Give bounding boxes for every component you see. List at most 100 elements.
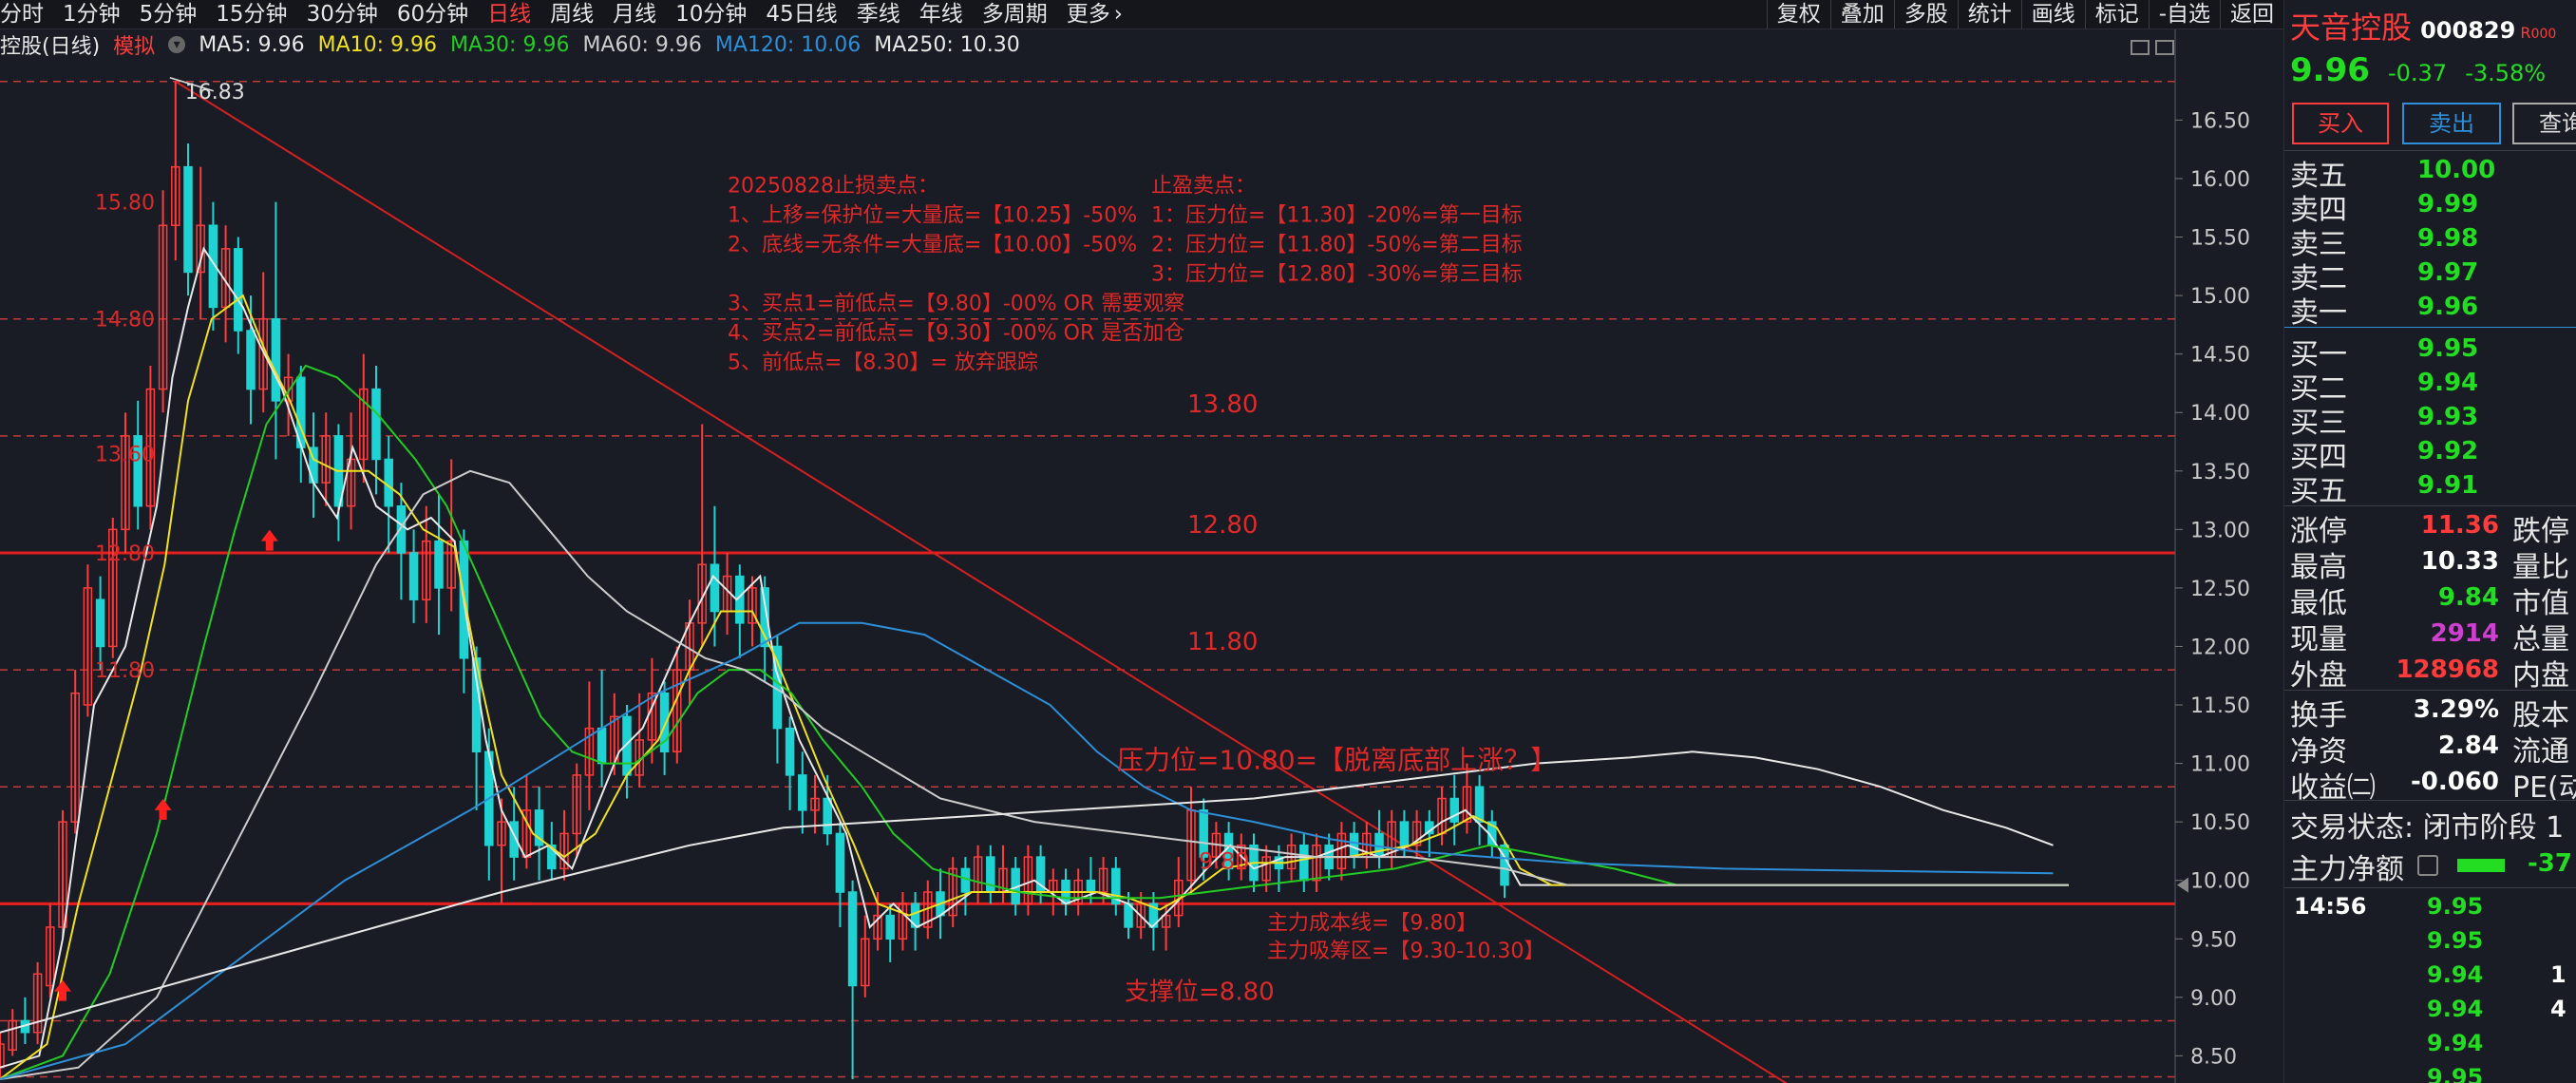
- candle-body: [835, 832, 845, 893]
- tool-button-6[interactable]: -自选: [2148, 0, 2220, 28]
- tick-price-1: 9.95: [2427, 927, 2484, 954]
- detail-icon[interactable]: [2417, 855, 2438, 876]
- level-980-label: 9.80: [1199, 847, 1249, 874]
- y-tick-label: 15.50: [2190, 227, 2250, 251]
- bids-price-2: 9.93: [2417, 403, 2479, 431]
- y-tick-label: 16.50: [2190, 109, 2250, 133]
- buy-arrow-icon: [154, 798, 172, 820]
- period-tab-13[interactable]: 多周期: [982, 0, 1048, 28]
- stat2-value-1: 2.84: [2437, 732, 2499, 760]
- toolbar: 复权 叠加 多股 统计 画线 标记 -自选 返回: [1766, 0, 2283, 28]
- sell-button[interactable]: 卖出: [2402, 103, 2501, 144]
- ma-legend-0: MA5: 9.96: [199, 32, 305, 57]
- y-tick-label: 11.00: [2190, 753, 2250, 777]
- candle-body: [885, 914, 895, 940]
- stop-loss-line: 3、买点1=前低点=【9.80】-00% OR 需要观察: [728, 293, 1184, 316]
- trade-status: 交易状态: 闭市阶段 1: [2290, 811, 2565, 845]
- period-tab-6[interactable]: 日线: [487, 0, 531, 28]
- y-tick-label: 16.00: [2190, 168, 2250, 192]
- buy-button[interactable]: 买入: [2292, 103, 2389, 144]
- divider: [2284, 505, 2576, 506]
- candle-body: [271, 317, 281, 402]
- stat-right-label-4: 内盘: [2512, 659, 2569, 693]
- take-profit-title: 止盈卖点：: [1151, 175, 1256, 199]
- bids-label-4: 买五: [2290, 475, 2347, 508]
- period-tab-0[interactable]: 分时: [0, 0, 44, 28]
- divider: [2284, 887, 2576, 888]
- asks-price-3: 9.97: [2417, 258, 2479, 287]
- period-tab-9[interactable]: 10分钟: [675, 0, 747, 28]
- period-tab-3[interactable]: 15分钟: [216, 0, 287, 28]
- tick-vol-3: 4: [2550, 996, 2567, 1022]
- kline-chart[interactable]: 16.50 16.00 15.50 15.00 14.50 14.00 13.50 13.00…: [0, 29, 2283, 1083]
- stock-header: 天音控股 000829 R000: [2290, 4, 2556, 48]
- candle-body: [434, 540, 444, 589]
- candle-body: [710, 563, 720, 613]
- quote-panel: 天音控股 000829 R000 9.96 -0.37 -3.58% 买入 卖出…: [2283, 0, 2576, 1083]
- stop-loss-title: 20250828止损卖点：: [728, 175, 938, 199]
- stop-loss-line: 5、前低点=【8.30】= 放弃跟踪: [728, 352, 1038, 375]
- level-1180-label: 11.80: [1187, 628, 1258, 656]
- buy-arrow-icon: [260, 529, 278, 551]
- tool-button-3[interactable]: 统计: [1957, 0, 2021, 28]
- main-flow-label: 主力净额: [2290, 853, 2404, 886]
- take-profit-line: 2：压力位=【11.80】-50%=第二目标: [1151, 234, 1523, 257]
- period-tab-4[interactable]: 30分钟: [307, 0, 378, 28]
- candle-body: [1086, 879, 1096, 893]
- period-tab-7[interactable]: 周线: [550, 0, 594, 28]
- take-profit-line: 1：压力位=【11.30】-20%=第一目标: [1151, 204, 1523, 228]
- ma-legend: 控股(日线) 模拟 ▾ MA5: 9.96 MA10: 9.96 MA30: 9.9…: [0, 29, 1033, 60]
- tool-button-0[interactable]: 复权: [1766, 0, 1830, 28]
- period-tab-8[interactable]: 月线: [613, 0, 656, 28]
- candle-body: [823, 797, 832, 835]
- candle-body: [1474, 786, 1485, 823]
- ma-line-ma120: [0, 621, 2054, 1080]
- tick-time-0: 14:56: [2294, 893, 2367, 920]
- asks-price-2: 9.98: [2417, 224, 2479, 253]
- bids-price-0: 9.95: [2417, 334, 2479, 363]
- candle-body: [1399, 821, 1410, 846]
- y-tick-label: 12.50: [2190, 578, 2250, 601]
- period-tab-1[interactable]: 1分钟: [63, 0, 121, 28]
- tool-button-7[interactable]: 返回: [2220, 0, 2283, 28]
- circle-chevron-icon[interactable]: ▾: [168, 36, 186, 53]
- stop-loss-line: 2、底线=无条件=大量底=【10.00】-50%: [728, 234, 1137, 257]
- tick-vol-2: 1: [2550, 961, 2567, 988]
- tool-button-4[interactable]: 画线: [2020, 0, 2085, 28]
- y-tick-label: 14.50: [2190, 344, 2250, 368]
- period-tab-5[interactable]: 60分钟: [397, 0, 468, 28]
- level-1380-label: 13.80: [1187, 390, 1258, 419]
- tick-price-4: 9.94: [2427, 1030, 2484, 1056]
- ma-legend-2: MA30: 9.96: [450, 32, 570, 57]
- tool-button-5[interactable]: 标记: [2084, 0, 2149, 28]
- tool-button-1[interactable]: 叠加: [1829, 0, 1894, 28]
- level-1280-label: 12.80: [1187, 511, 1258, 540]
- query-button[interactable]: 查询: [2512, 103, 2576, 144]
- stop-loss-line: 4、买点2=前低点=【9.30】-00% OR 是否加仓: [728, 322, 1184, 346]
- candle-body: [246, 330, 256, 390]
- tool-button-2[interactable]: 多股: [1893, 0, 1958, 28]
- y-tick-label: 15.00: [2190, 285, 2250, 309]
- stat-value-0: 11.36: [2420, 511, 2499, 540]
- period-tab-10[interactable]: 45日线: [766, 0, 837, 28]
- mode-label[interactable]: 模拟: [113, 29, 155, 60]
- candle-body: [986, 856, 995, 893]
- chevron-right-icon[interactable]: ›: [1114, 0, 1123, 28]
- candle-body: [597, 727, 607, 765]
- y-tick-label: 13.50: [2190, 461, 2250, 484]
- stat-value-4: 128968: [2396, 656, 2499, 684]
- period-tab-2[interactable]: 5分钟: [140, 0, 198, 28]
- tick-price-2: 9.94: [2427, 961, 2484, 988]
- period-tab-14[interactable]: 更多: [1067, 0, 1110, 28]
- candle-body: [785, 727, 795, 776]
- stock-label: 控股(日线): [0, 35, 101, 59]
- kline-chart-svg[interactable]: 16.50 16.00 15.50 15.00 14.50 14.00 13.50 13.00…: [0, 29, 2283, 1083]
- expand-icon: [2131, 40, 2150, 55]
- candle-body: [95, 598, 105, 648]
- price-line: 9.96 -0.37 -3.58%: [2290, 51, 2546, 89]
- stat-value-3: 2914: [2430, 619, 2499, 648]
- period-tab-11[interactable]: 季线: [857, 0, 900, 28]
- asks-price-4: 9.96: [2417, 293, 2479, 321]
- period-tab-12[interactable]: 年线: [919, 0, 963, 28]
- y-tick-label: 8.50: [2190, 1045, 2237, 1069]
